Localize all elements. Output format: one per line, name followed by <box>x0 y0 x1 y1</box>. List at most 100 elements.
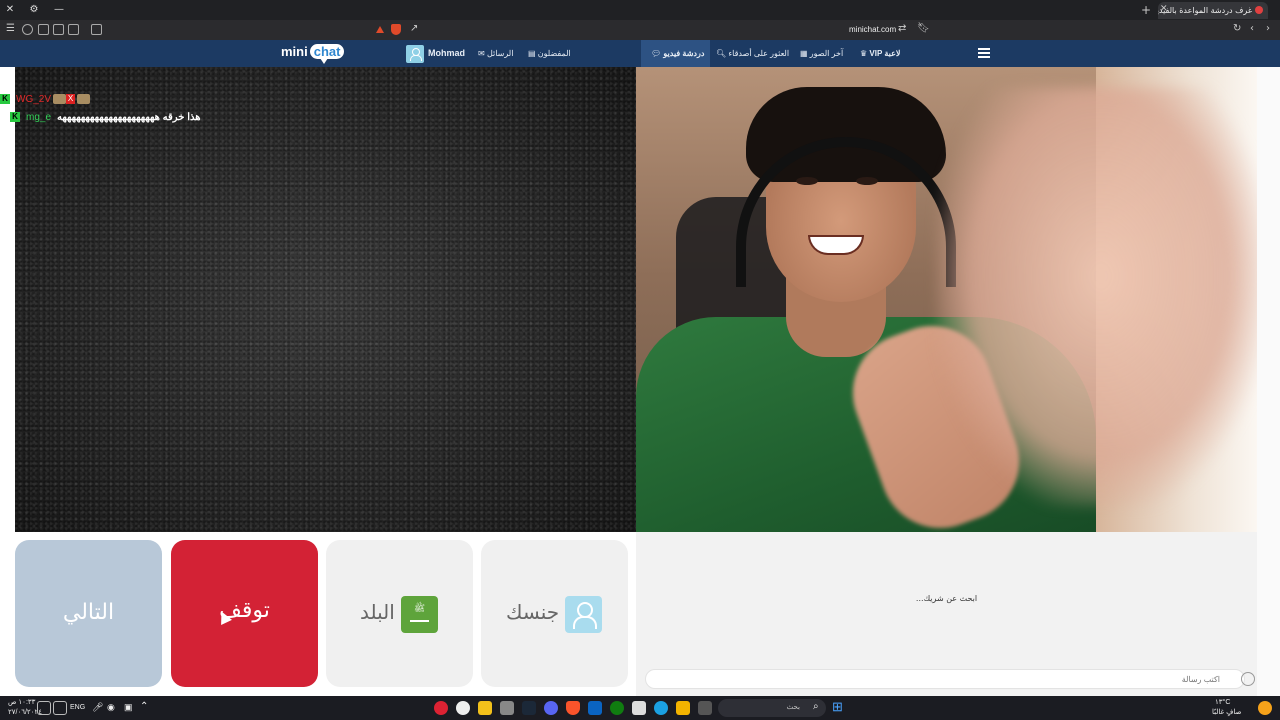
reload-icon[interactable]: ↻ <box>1233 23 1241 34</box>
xbox-icon[interactable] <box>610 701 624 715</box>
shield-privacy-icon[interactable] <box>22 24 33 35</box>
steam-icon[interactable] <box>522 701 536 715</box>
store-icon[interactable] <box>632 701 646 715</box>
language-indicator[interactable]: ENG <box>70 704 85 711</box>
settings-icon[interactable]: ⚙ <box>27 3 41 17</box>
screenshot-icon[interactable] <box>91 24 102 35</box>
minimize-icon[interactable]: — <box>52 3 66 17</box>
tab-favicon-icon <box>1255 6 1263 14</box>
sidebar-menu-icon[interactable]: ☰ <box>6 23 15 34</box>
nav-vip-label: VIP لاعبة <box>869 49 901 58</box>
partner-video <box>15 67 636 532</box>
nav-favorites[interactable]: ▤ المفضلون <box>524 40 571 67</box>
url-field[interactable]: minichat.com <box>849 25 896 34</box>
app-icon-1[interactable] <box>434 701 448 715</box>
chat-message: هذا خرقه هههههههههههههههههههههه <box>57 112 201 123</box>
new-tab-icon[interactable]: + <box>1141 3 1151 17</box>
grid-icon: ▦ <box>800 49 808 59</box>
app-icon-3[interactable] <box>478 701 492 715</box>
emoji-icon <box>77 94 91 105</box>
chat-username[interactable]: WG_2V <box>16 94 51 105</box>
nav-find-friends[interactable]: 🔍︎ العثور على أصدقاء <box>712 40 789 67</box>
country-button[interactable]: البلد <box>326 540 473 687</box>
right-margin <box>1257 67 1280 696</box>
windows-start-icon[interactable]: ⊞ <box>832 699 843 715</box>
crown-icon: ♛ <box>860 49 868 59</box>
user-profile-link[interactable]: Mohmad <box>406 40 465 67</box>
app-icon-2[interactable] <box>456 701 470 715</box>
microphone-icon[interactable]: 🎤︎ <box>92 702 103 713</box>
gender-button[interactable]: جنسك <box>481 540 628 687</box>
brave-rewards-icon[interactable] <box>376 26 384 33</box>
site-navbar: mini chat Mohmad ✉ الرسائل ▤ المفضلون 💬︎ … <box>0 40 1280 67</box>
weather-desc[interactable]: صافٍ غالبًا <box>1212 708 1241 716</box>
minichat-logo[interactable]: mini chat <box>281 44 345 64</box>
nav-last-photos[interactable]: ▦ آخر الصور <box>796 40 843 67</box>
saudi-flag-icon <box>401 596 438 633</box>
outlook-icon[interactable] <box>588 701 602 715</box>
share-icon[interactable]: ↗ <box>410 23 418 34</box>
taskbar-search-placeholder: بحث <box>786 704 800 711</box>
weather-temp[interactable]: ١٣°C <box>1215 698 1230 706</box>
nav-favorites-label: المفضلون <box>537 49 571 58</box>
chat-line: Kmg_e هذا خرقه هههههههههههههههههههههه <box>0 109 300 127</box>
emoji-icon <box>53 94 67 105</box>
nav-vip[interactable]: ♛ VIP لاعبة <box>856 40 900 67</box>
eye <box>796 177 818 185</box>
back-icon[interactable]: ‹ <box>1250 23 1254 34</box>
app-icon-5[interactable] <box>698 701 712 715</box>
chat-status: ...ابحث عن شريك <box>915 594 978 603</box>
extensions-icon[interactable] <box>38 24 49 35</box>
weather-sun-icon[interactable] <box>1258 701 1272 715</box>
nav-last-photos-label: آخر الصور <box>809 49 844 58</box>
country-label: البلد <box>360 600 395 624</box>
k-badge-icon: K <box>0 94 10 105</box>
tab-close-icon[interactable]: ✕ <box>1160 4 1170 16</box>
nav-messages[interactable]: ✉ الرسائل <box>474 40 513 67</box>
brave-icon[interactable] <box>566 701 580 715</box>
address-bar: ☰ ↗ minichat.com ⇄ 🔖︎ ↻ ‹ › <box>0 20 1280 40</box>
hamburger-menu-icon[interactable] <box>978 48 990 58</box>
chat-username[interactable]: mg_e <box>26 112 51 123</box>
brave-shield-icon[interactable] <box>391 24 401 35</box>
notification-icon[interactable] <box>37 701 51 715</box>
chat-panel: ...ابحث عن شريك <box>636 532 1257 696</box>
avatar <box>406 44 424 63</box>
k-badge-icon: K <box>10 112 20 123</box>
network-icon[interactable]: ▣ <box>124 702 133 713</box>
chat-input[interactable] <box>645 669 1245 689</box>
nav-video-chat-label: دردشة فيديو <box>663 49 705 58</box>
gender-label: جنسك <box>506 600 560 624</box>
taskbar-time[interactable]: ١٠:٣٣ ص <box>8 698 35 706</box>
search-icon: 🔍︎ <box>716 49 727 59</box>
stop-label: توقف <box>219 598 270 623</box>
waving-hand <box>936 87 1257 507</box>
nav-video-chat[interactable]: 💬︎ دردشة فيديو <box>641 40 711 67</box>
emoji-button-icon[interactable] <box>1241 672 1255 686</box>
taskbar-search[interactable]: بحث <box>718 699 826 717</box>
tabs-icon[interactable] <box>53 24 64 35</box>
next-label: التالي <box>62 600 115 625</box>
sidebar-icon[interactable] <box>68 24 79 35</box>
user-name: Mohmad <box>428 48 465 58</box>
app-icon-4[interactable] <box>500 701 514 715</box>
forward-icon[interactable]: › <box>1266 23 1270 34</box>
bookmark-icon[interactable]: 🔖︎ <box>917 23 930 34</box>
search-icon: ⌕ <box>813 701 819 712</box>
edge-icon[interactable] <box>654 701 668 715</box>
chevron-up-icon[interactable]: ⌃ <box>140 701 148 712</box>
discord-icon[interactable] <box>544 701 558 715</box>
nav-find-friends-label: العثور على أصدقاء <box>728 49 790 58</box>
x-emoji-icon: X <box>66 94 76 105</box>
browser-tab[interactable]: غرف دردشة المواعدة بالفيديو - <box>1158 2 1268 19</box>
main-area: K WG_2V X Kmg_e هذا خرقه هههههههههههههههههه… <box>0 67 1280 696</box>
translate-icon[interactable]: ⇄ <box>898 23 906 34</box>
chat-bubble-icon: 💬︎ <box>651 49 662 59</box>
wifi-icon[interactable]: ◉ <box>107 702 115 713</box>
nav-messages-label: الرسائل <box>486 49 514 58</box>
stop-button[interactable]: توقف <box>171 540 318 687</box>
next-button[interactable]: التالي <box>15 540 162 687</box>
folder-icon[interactable] <box>676 701 690 715</box>
close-window-icon[interactable]: ✕ <box>3 3 17 17</box>
display-icon[interactable] <box>53 701 67 715</box>
